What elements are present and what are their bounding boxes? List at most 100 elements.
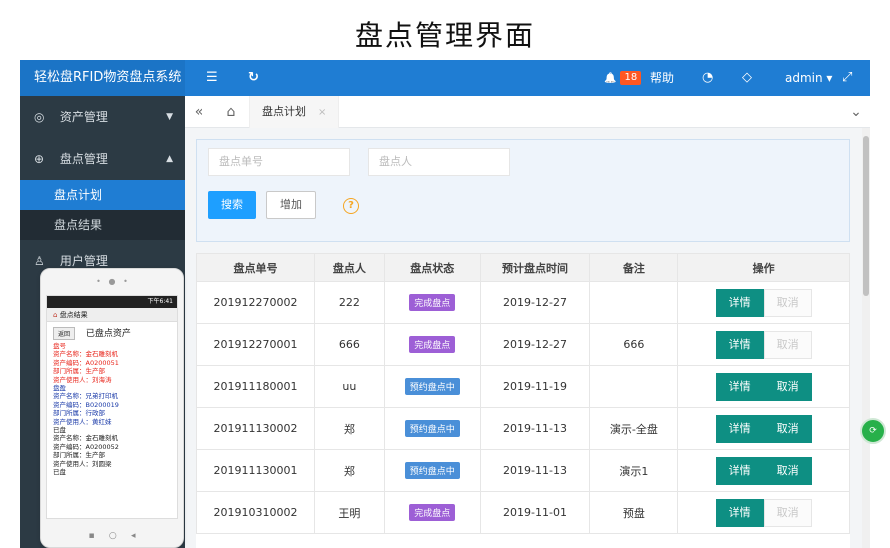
phone-asset-line: 部门所属：行政部 [53, 409, 105, 418]
search-panel: 盘点单号 盘点人 搜索 增加 ? [196, 139, 850, 242]
note-cell: 666 [589, 323, 679, 366]
cancel-button[interactable]: 取消 [763, 456, 812, 485]
help-icon[interactable]: ? [343, 198, 359, 214]
tab-bar: « ⌂ 盘点计划 × ⌄ [185, 96, 870, 128]
date-cell: 2019-11-01 [479, 491, 591, 534]
phone-title-row: 返回 已盘点资产 [47, 322, 177, 342]
sidebar-item-label: 资产管理 [59, 110, 108, 124]
table-row: 201911130001 郑 预约盘点中 2019-11-13 演示1 详情 取消 [196, 449, 850, 492]
detail-button[interactable]: 详情 [715, 288, 764, 317]
table-row: 201912270001 666 完成盘点 2019-12-27 666 详情取… [196, 323, 850, 366]
date-cell: 2019-11-13 [479, 449, 591, 492]
status-cell: 完成盘点 [383, 491, 481, 534]
phone-title: 已盘点资产 [85, 329, 131, 339]
actions-cell: 详情 取消 [677, 407, 850, 450]
table-row: 201911180001 uu 预约盘点中 2019-11-19 详情 取消 [196, 365, 850, 408]
bell-icon: 🔔 [604, 73, 617, 84]
phone-asset-line: 资产名称：金石雕刻机 [53, 434, 118, 443]
phone-asset-line: 已盘 [53, 468, 66, 477]
actions-cell: 详情 取消 [677, 281, 850, 324]
actions-cell: 详情 取消 [677, 365, 850, 408]
detail-button[interactable]: 详情 [715, 372, 764, 401]
cancel-button[interactable]: 取消 [763, 372, 812, 401]
home-icon[interactable]: ⌂ [217, 96, 245, 128]
note-cell [589, 281, 679, 324]
order-number-cell: 201911130002 [196, 407, 315, 450]
tab-inventory-plan[interactable]: 盘点计划 × [249, 96, 340, 128]
status-badge: 完成盘点 [409, 504, 456, 521]
cancel-button: 取消 [763, 498, 812, 527]
order-number-input[interactable]: 盘点单号 [208, 148, 350, 176]
collapse-icon[interactable]: « [185, 96, 213, 128]
phone-back-button[interactable]: 返回 [53, 327, 76, 340]
actions-cell: 详情 取消 [677, 323, 850, 366]
inventory-person-input[interactable]: 盘点人 [368, 148, 510, 176]
phone-status-bar: 下午6:41 [47, 296, 177, 308]
phone-asset-line: 资产编码：B0200019 [53, 400, 119, 409]
dashboard-icon[interactable]: ◔ [702, 60, 713, 96]
column-header: 盘点人 [313, 253, 385, 282]
magnifier-icon: ⊕ [34, 152, 45, 166]
sidebar-subitem-inventory-plan[interactable]: 盘点计划 [20, 180, 185, 210]
help-link[interactable]: 帮助 [650, 60, 674, 96]
table-row: 201911130002 郑 预约盘点中 2019-11-13 演示-全盘 详情… [196, 407, 850, 450]
chevron-down-icon: ▼ [166, 112, 173, 122]
status-badge: 预约盘点中 [404, 420, 460, 437]
chevron-up-icon: ▲ [166, 154, 173, 164]
status-badge: 预约盘点中 [404, 378, 460, 395]
search-button[interactable]: 搜索 [208, 191, 256, 219]
person-cell: 郑 [313, 449, 385, 492]
date-cell: 2019-12-27 [479, 281, 591, 324]
person-cell: 222 [313, 281, 385, 324]
note-cell: 演示-全盘 [589, 407, 679, 450]
order-number-cell: 201911180001 [196, 365, 315, 408]
column-header: 盘点状态 [383, 253, 481, 282]
brand-title: 轻松盘RFID物资盘点系统 [20, 60, 185, 96]
order-number-cell: 201912270001 [196, 323, 315, 366]
detail-button[interactable]: 详情 [715, 456, 764, 485]
sidebar-subitem-inventory-result[interactable]: 盘点结果 [20, 210, 185, 240]
fullscreen-icon[interactable]: ⤢ [842, 60, 852, 96]
phone-screen: 下午6:41 ⌂ 盘点结果 返回 已盘点资产 盘号 资产名称：金石雕刻机 资产编码：… [46, 295, 178, 519]
detail-button[interactable]: 详情 [715, 330, 764, 359]
person-cell: 郑 [313, 407, 385, 450]
add-button[interactable]: 增加 [266, 191, 316, 219]
floating-assistant-icon[interactable]: ⟳ [860, 418, 886, 444]
column-header: 盘点单号 [196, 253, 315, 282]
status-cell: 完成盘点 [383, 323, 481, 366]
cancel-button[interactable]: 取消 [763, 414, 812, 443]
tag-icon[interactable]: ◇ [742, 60, 752, 96]
scrollbar-thumb[interactable] [863, 136, 869, 296]
phone-asset-line: 资产使用人：黄红妹 [53, 417, 112, 426]
actions-cell: 详情 取消 [677, 449, 850, 492]
detail-button[interactable]: 详情 [715, 498, 764, 527]
note-cell [589, 365, 679, 408]
phone-asset-line: 资产名称：金石雕刻机 [53, 350, 118, 359]
phone-nav-bar: ▪ ○ ◂ [88, 531, 136, 541]
notification-badge: 18 [620, 71, 642, 85]
phone-asset-line: 资产名称：兄弟打印机 [53, 392, 118, 401]
date-cell: 2019-12-27 [479, 323, 591, 366]
vertical-scrollbar[interactable] [862, 128, 870, 548]
sidebar-item-label: 盘点管理 [59, 152, 108, 166]
menu-toggle-icon[interactable]: ☰ [206, 60, 218, 96]
table-row: 201912270002 222 完成盘点 2019-12-27 详情 取消 [196, 281, 850, 324]
sidebar-item-label: 用户管理 [59, 254, 108, 268]
phone-asset-list: 盘号 资产名称：金石雕刻机 资产编码：A0200051 部门所属：生产部 资产使用人：刘… [47, 342, 177, 477]
home-icon: ⌂ [53, 311, 58, 319]
sidebar-item-asset-management[interactable]: ◎ 资产管理 ▼ [20, 96, 185, 138]
status-badge: 完成盘点 [409, 336, 456, 353]
user-menu[interactable]: admin ▾ [785, 60, 832, 96]
inventory-plan-table: 盘点单号 盘点人 盘点状态 预计盘点时间 备注 操作 201912270002 … [196, 253, 850, 548]
person-cell: 666 [313, 323, 385, 366]
sidebar-item-inventory-management[interactable]: ⊕ 盘点管理 ▲ [20, 138, 185, 180]
close-icon[interactable]: × [318, 107, 326, 118]
person-cell: uu [313, 365, 385, 408]
chevron-down-icon[interactable]: ⌄ [842, 96, 870, 128]
date-cell: 2019-11-13 [479, 407, 591, 450]
refresh-icon[interactable]: ↻ [248, 60, 259, 96]
tab-label: 盘点计划 [262, 105, 306, 118]
notification-bell[interactable]: 🔔 18 [604, 60, 642, 96]
page-title: 盘点管理界面 [354, 19, 535, 52]
detail-button[interactable]: 详情 [715, 414, 764, 443]
